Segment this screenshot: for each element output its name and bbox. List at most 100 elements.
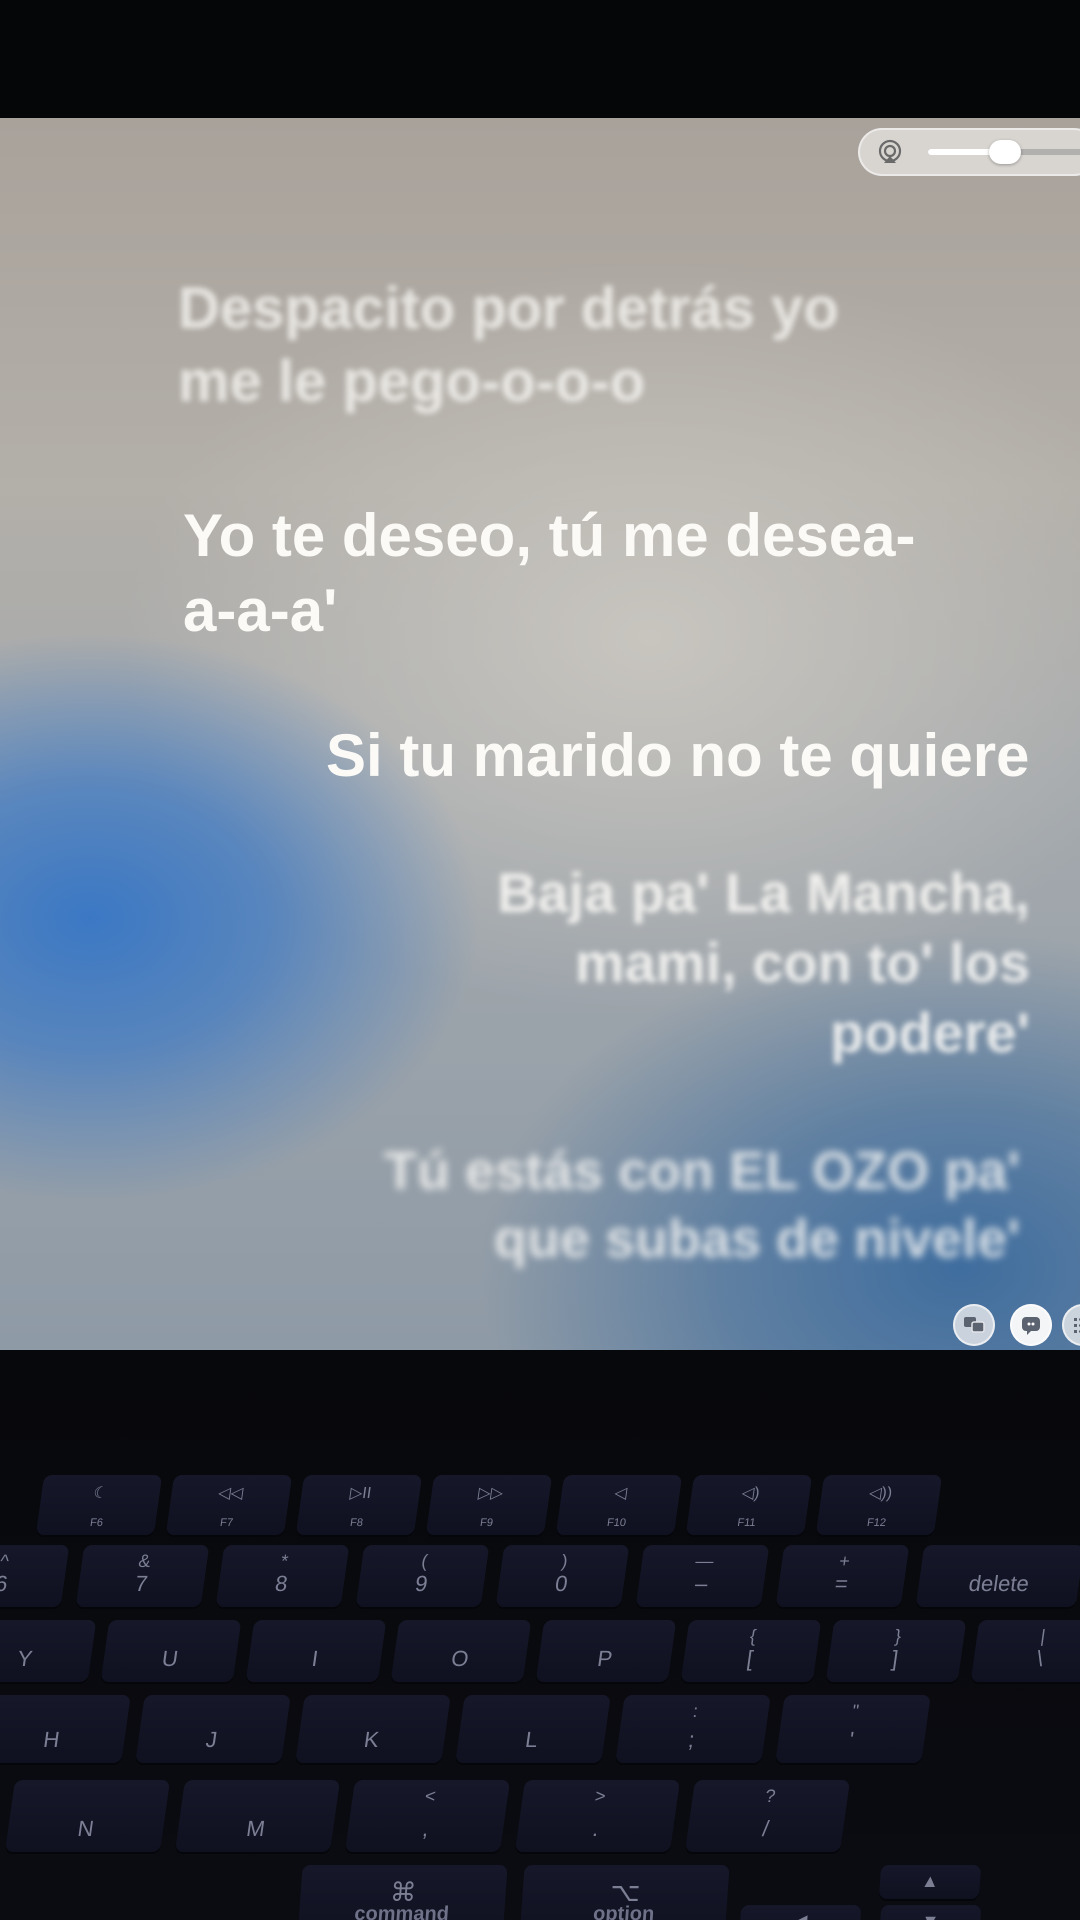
key-=[interactable]: + = <box>775 1545 910 1607</box>
key-m[interactable]: M <box>174 1780 341 1852</box>
key-,[interactable]: <, <box>344 1780 511 1852</box>
key-f9[interactable]: ▷▷ F9 <box>425 1475 553 1535</box>
key-label: P <box>595 1646 615 1671</box>
laptop-screen: Despacito por detrás yo me le pego-o-o-o… <box>0 118 1080 1350</box>
key-k[interactable]: K <box>295 1695 451 1763</box>
key-9[interactable]: (9 <box>355 1545 490 1607</box>
key-label: N <box>76 1816 96 1841</box>
key-label: option <box>592 1903 656 1920</box>
key-label: 8 <box>273 1571 290 1596</box>
lyric-line-previous[interactable]: Despacito por detrás yo me le pego-o-o-o <box>178 273 938 418</box>
key-label: – <box>693 1571 710 1596</box>
key-label: = <box>833 1571 850 1596</box>
key-[[interactable]: {[ <box>680 1620 822 1682</box>
key-top-label: ◀ <box>740 1911 861 1920</box>
key-i[interactable]: I <box>245 1620 387 1682</box>
key-label: ' <box>847 1727 856 1752</box>
key-label: O <box>449 1646 471 1671</box>
key-f8[interactable]: ▷II F8 <box>295 1475 423 1535</box>
key-top-label: ( <box>420 1551 430 1571</box>
key-u[interactable]: U <box>100 1620 242 1682</box>
key-l[interactable]: L <box>455 1695 611 1763</box>
key-top-label: — <box>694 1551 716 1571</box>
key-label: 6 <box>0 1571 10 1596</box>
key-.[interactable]: >. <box>514 1780 681 1852</box>
key-top-label: { <box>748 1626 758 1646</box>
key-label: I <box>310 1646 320 1671</box>
key-label: F8 <box>349 1517 364 1529</box>
key-top-label: ? <box>763 1786 777 1806</box>
key-label: [ <box>745 1646 755 1671</box>
key-top-label: ▷II <box>348 1485 373 1502</box>
lyric-line-next-2[interactable]: Tú estás con EL OZO pa' que subas de niv… <box>280 1138 1020 1273</box>
key-label: F12 <box>866 1517 887 1529</box>
key-top-label: ◁ <box>613 1485 628 1502</box>
key-top-label: " <box>850 1701 861 1721</box>
key-7[interactable]: & 7 <box>75 1545 210 1607</box>
translate-icon <box>964 1317 985 1333</box>
lyric-line-previous-2[interactable]: Yo te deseo, tú me desea-a-a-a' <box>183 498 943 648</box>
key-label: delete <box>967 1571 1031 1596</box>
key-8[interactable]: * 8 <box>215 1545 350 1607</box>
key-h[interactable]: H <box>0 1695 131 1763</box>
key-top-label: < <box>423 1786 437 1806</box>
key-top-label: * <box>279 1551 290 1571</box>
key-;[interactable]: :; <box>615 1695 771 1763</box>
key-top-label: > <box>593 1786 607 1806</box>
key-label: , <box>420 1816 431 1841</box>
key-delete[interactable]: delete <box>915 1545 1080 1607</box>
key-top-label: } <box>893 1626 903 1646</box>
key-top-label: ▷▷ <box>477 1485 505 1502</box>
key-0[interactable]: ) 0 <box>495 1545 630 1607</box>
key-][interactable]: }] <box>825 1620 967 1682</box>
volume-slider[interactable] <box>928 140 1080 164</box>
key-6[interactable]: ^ 6 <box>0 1545 70 1607</box>
key-f11[interactable]: ◁) F11 <box>685 1475 813 1535</box>
key-f12[interactable]: ◁)) F12 <box>815 1475 943 1535</box>
key-arrow-left[interactable]: ◀ <box>738 1905 862 1920</box>
key-label: F11 <box>736 1517 757 1529</box>
key-label: K <box>362 1727 381 1752</box>
key-top-label: + <box>837 1551 852 1571</box>
key-option[interactable]: ⌥ option <box>519 1865 730 1920</box>
key-label: / <box>760 1816 771 1841</box>
key-top-label: ^ <box>0 1551 11 1571</box>
key-arrow-down[interactable]: ▼ <box>878 1905 982 1920</box>
key-label: . <box>590 1816 601 1841</box>
lyric-line-current[interactable]: Si tu marido no te quiere <box>326 718 1056 793</box>
lyrics-button[interactable] <box>1010 1304 1052 1346</box>
translate-button[interactable] <box>953 1304 995 1346</box>
key-p[interactable]: P <box>535 1620 677 1682</box>
queue-list-icon <box>1074 1318 1080 1333</box>
queue-button[interactable] <box>1062 1304 1080 1346</box>
keyboard: ☾ F6 ◁◁ F7 ▷II F8 ▷▷ F9 ◁ F10 ◁) F11 ◁)) F12 ^ 6 & 7 * 8(9)… <box>0 1350 1080 1920</box>
airplay-icon[interactable] <box>876 138 904 166</box>
key-f7[interactable]: ◁◁ F7 <box>165 1475 293 1535</box>
key-top-label: ◁◁ <box>217 1485 245 1502</box>
key-label: ; <box>686 1727 697 1752</box>
key-f10[interactable]: ◁ F10 <box>555 1475 683 1535</box>
key-f6[interactable]: ☾ F6 <box>35 1475 163 1535</box>
key-top-label: : <box>691 1701 700 1721</box>
lyric-line-next[interactable]: Baja pa' La Mancha, mami, con to' los po… <box>410 858 1030 1068</box>
key-'[interactable]: " ' <box>775 1695 931 1763</box>
key-y[interactable]: Y <box>0 1620 97 1682</box>
key-label: 0 <box>553 1571 570 1596</box>
key-j[interactable]: J <box>135 1695 291 1763</box>
key-top-label: ◁) <box>740 1485 761 1502</box>
key-top-label: ▲ <box>920 1871 940 1891</box>
key-top-label: ☾ <box>92 1485 109 1502</box>
key-top-label: ) <box>560 1551 570 1571</box>
key-n[interactable]: N <box>4 1780 171 1852</box>
volume-control <box>858 128 1080 176</box>
key-–[interactable]: — – <box>635 1545 770 1607</box>
key-o[interactable]: O <box>390 1620 532 1682</box>
key-label: F6 <box>89 1517 104 1529</box>
key-/[interactable]: ? / <box>684 1780 851 1852</box>
key-command[interactable]: ⌘ command <box>297 1865 508 1920</box>
key-label: ] <box>890 1646 900 1671</box>
key-label: Y <box>15 1646 35 1671</box>
key-\[interactable]: | \ <box>970 1620 1080 1682</box>
volume-knob[interactable] <box>988 140 1021 164</box>
key-arrow-up[interactable]: ▲ <box>878 1865 982 1899</box>
